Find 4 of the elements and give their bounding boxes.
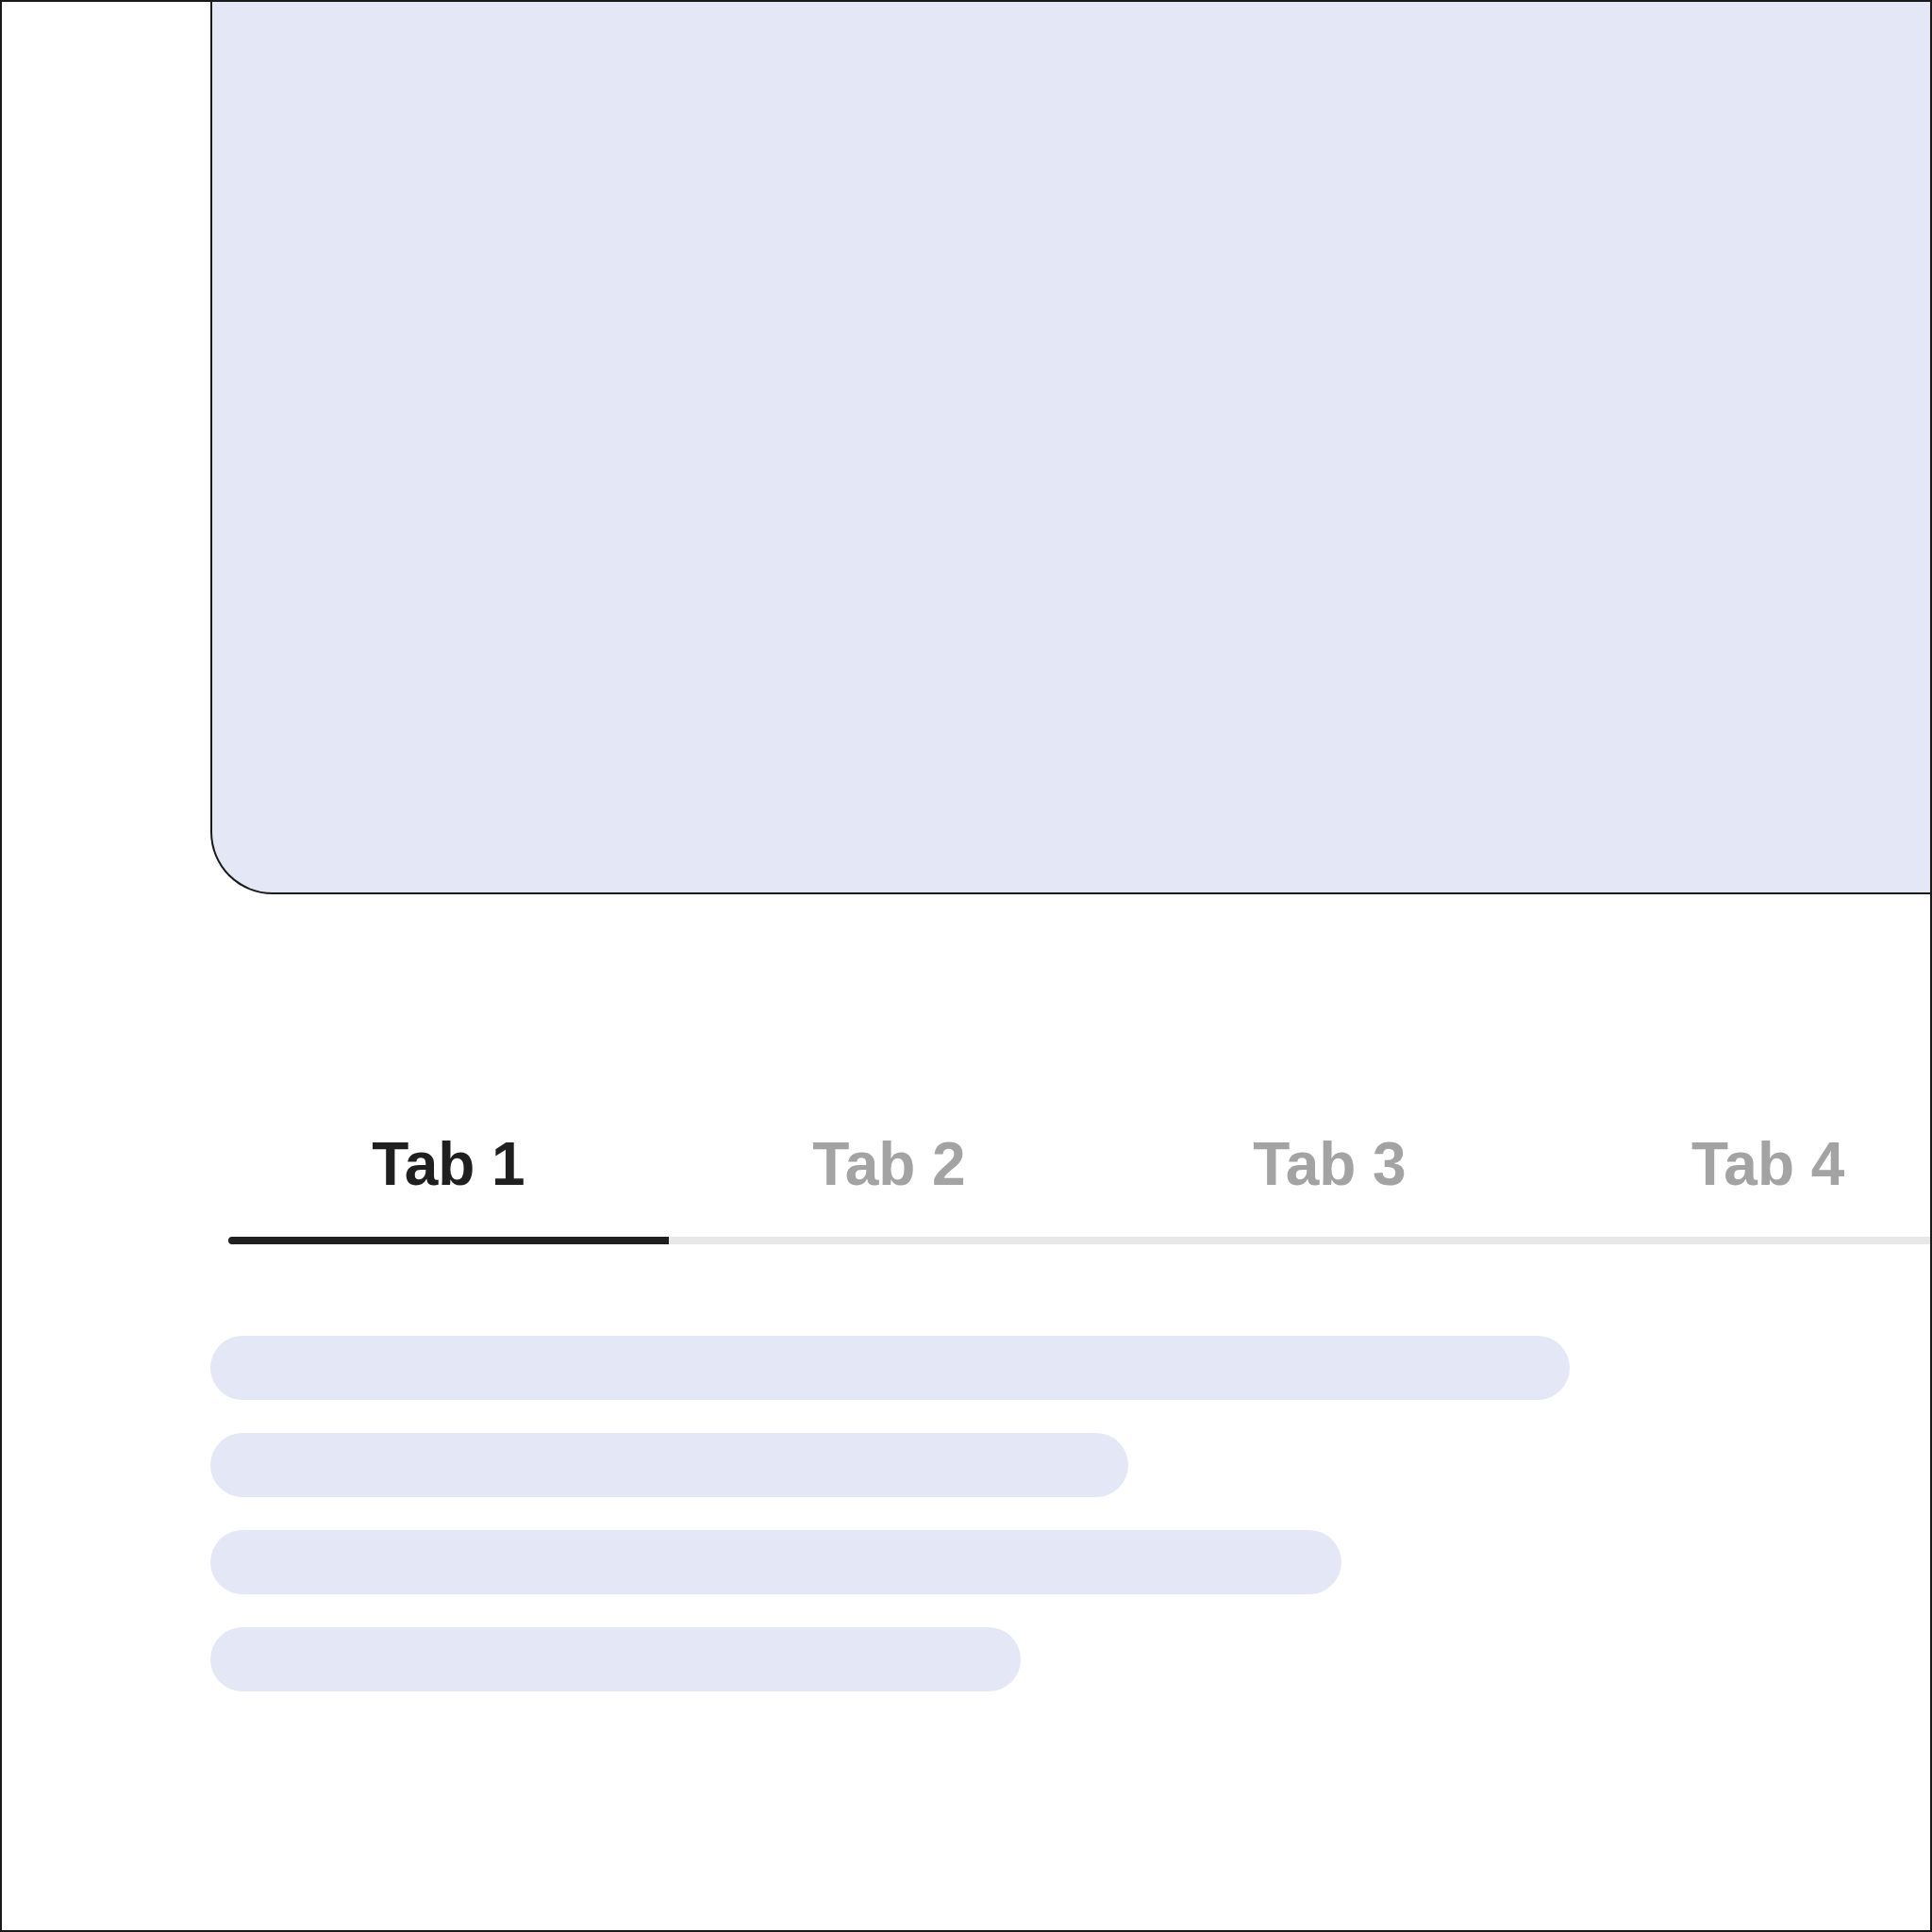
tab[interactable]: Tab 4: [1550, 1117, 1930, 1211]
tab[interactable]: Tab 1: [228, 1117, 669, 1211]
tab[interactable]: Tab 3: [1109, 1117, 1550, 1211]
tab[interactable]: Tab 2: [669, 1117, 1109, 1211]
